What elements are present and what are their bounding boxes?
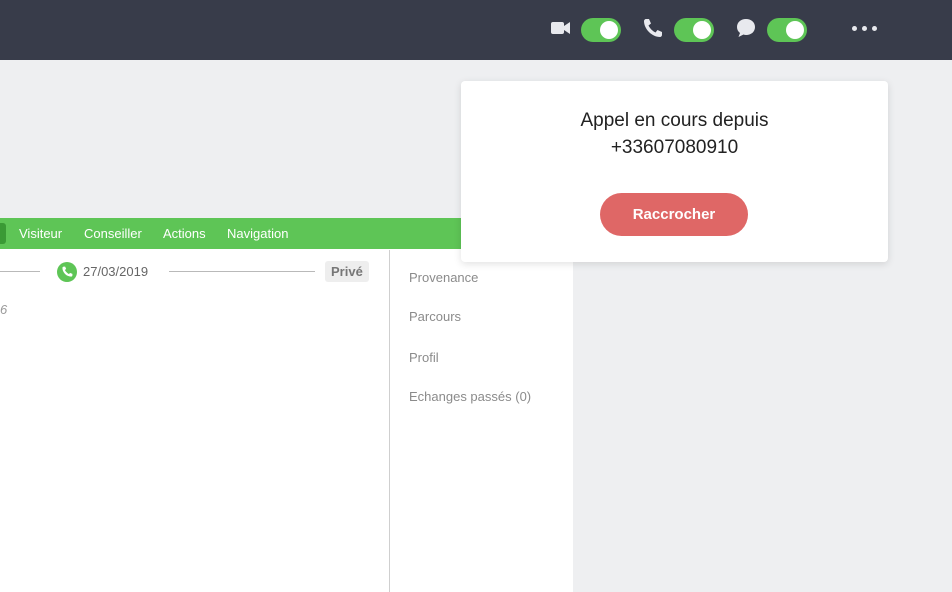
toggle-knob bbox=[786, 21, 804, 39]
phone-toggle[interactable] bbox=[674, 18, 714, 42]
private-badge[interactable]: Privé bbox=[325, 261, 369, 282]
chat-toggle[interactable] bbox=[767, 18, 807, 42]
call-event-icon bbox=[57, 262, 77, 282]
phone-icon bbox=[62, 266, 73, 277]
sidebar-item-parcours[interactable]: Parcours bbox=[409, 309, 461, 324]
toggle-knob bbox=[693, 21, 711, 39]
nav-item-conseiller[interactable]: Conseiller bbox=[84, 226, 142, 241]
call-status: Appel en cours depuis +33607080910 bbox=[461, 107, 888, 161]
call-status-text: Appel en cours depuis bbox=[580, 110, 769, 131]
message-text-fragment: 6 bbox=[0, 302, 8, 317]
sidebar-item-profil[interactable]: Profil bbox=[409, 350, 439, 365]
sidebar-item-provenance[interactable]: Provenance bbox=[409, 270, 478, 285]
top-bar bbox=[0, 0, 952, 60]
timeline-line bbox=[0, 271, 40, 272]
hangup-button[interactable]: Raccrocher bbox=[600, 193, 748, 236]
video-toggle[interactable] bbox=[581, 18, 621, 42]
nav-bar: Visiteur Conseiller Actions Navigation bbox=[0, 218, 470, 249]
nav-item-actions[interactable]: Actions bbox=[163, 226, 206, 241]
panel-divider bbox=[389, 250, 390, 592]
sidebar-item-echanges[interactable]: Echanges passés (0) bbox=[409, 389, 531, 404]
timeline-line bbox=[169, 271, 315, 272]
phone-icon[interactable] bbox=[641, 16, 665, 40]
video-camera-icon[interactable] bbox=[549, 16, 573, 40]
toggle-knob bbox=[600, 21, 618, 39]
chat-bubble-icon[interactable] bbox=[734, 16, 758, 40]
call-date: 27/03/2019 bbox=[83, 264, 149, 279]
call-popup: Appel en cours depuis +33607080910 Raccr… bbox=[461, 81, 888, 262]
more-dots-icon[interactable] bbox=[852, 26, 878, 32]
nav-item-navigation[interactable]: Navigation bbox=[227, 226, 288, 241]
active-tab-indicator[interactable] bbox=[0, 223, 6, 244]
phone-number: +33607080910 bbox=[610, 137, 739, 158]
nav-item-visiteur[interactable]: Visiteur bbox=[19, 226, 62, 241]
